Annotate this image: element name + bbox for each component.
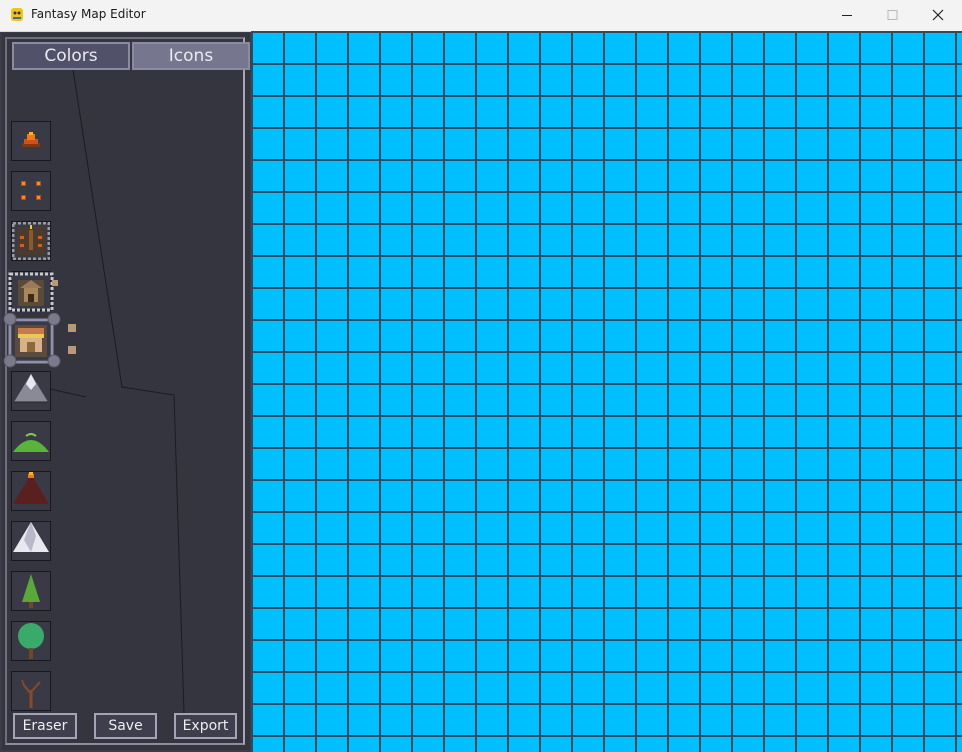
tab-colors[interactable]: Colors [12,42,130,70]
round-tree-icon-button[interactable] [11,621,51,661]
green-hill-icon [13,433,49,452]
white-mountain-icon-button[interactable] [11,521,51,561]
round-tree-icon [18,623,44,659]
map-grid-canvas[interactable] [251,31,962,752]
camp-lights-icon-button[interactable] [11,171,51,211]
volcano-icon [13,472,49,504]
eraser-button[interactable]: Eraser [13,713,77,739]
python-app-icon [11,8,23,21]
dead-tree-icon-button[interactable] [11,671,51,711]
volcano-icon-button[interactable] [11,471,51,511]
campfire-icon-button[interactable] [11,121,51,161]
save-button[interactable]: Save [94,713,157,739]
tab-icons[interactable]: Icons [132,42,250,70]
icon-palette-panel: Colors Icons Eraser Save Export [2,33,250,750]
white-mountain-icon [13,522,49,552]
palace-icon [8,318,76,364]
minimize-icon[interactable] [824,0,870,31]
snow-mountain-icon-button[interactable] [11,371,51,411]
camp-lights-icon [21,181,41,200]
pine-tree-icon [22,574,40,608]
pine-tree-icon-button[interactable] [11,571,51,611]
title-bar: Fantasy Map Editor [0,0,962,32]
campfire-icon [22,132,40,147]
close-icon[interactable] [916,0,962,31]
fort-icon-button[interactable] [11,221,51,261]
fort-icon [12,222,50,260]
green-hill-icon-button[interactable] [11,421,51,461]
castle-icon [8,272,58,312]
snow-mountain-icon [14,374,48,403]
export-button[interactable]: Export [174,713,237,739]
maximize-icon[interactable] [870,0,916,31]
palace-icon-button[interactable] [8,318,76,364]
dead-tree-icon [21,679,41,708]
castle-icon-button[interactable] [8,271,58,312]
window-title: Fantasy Map Editor [31,7,146,21]
